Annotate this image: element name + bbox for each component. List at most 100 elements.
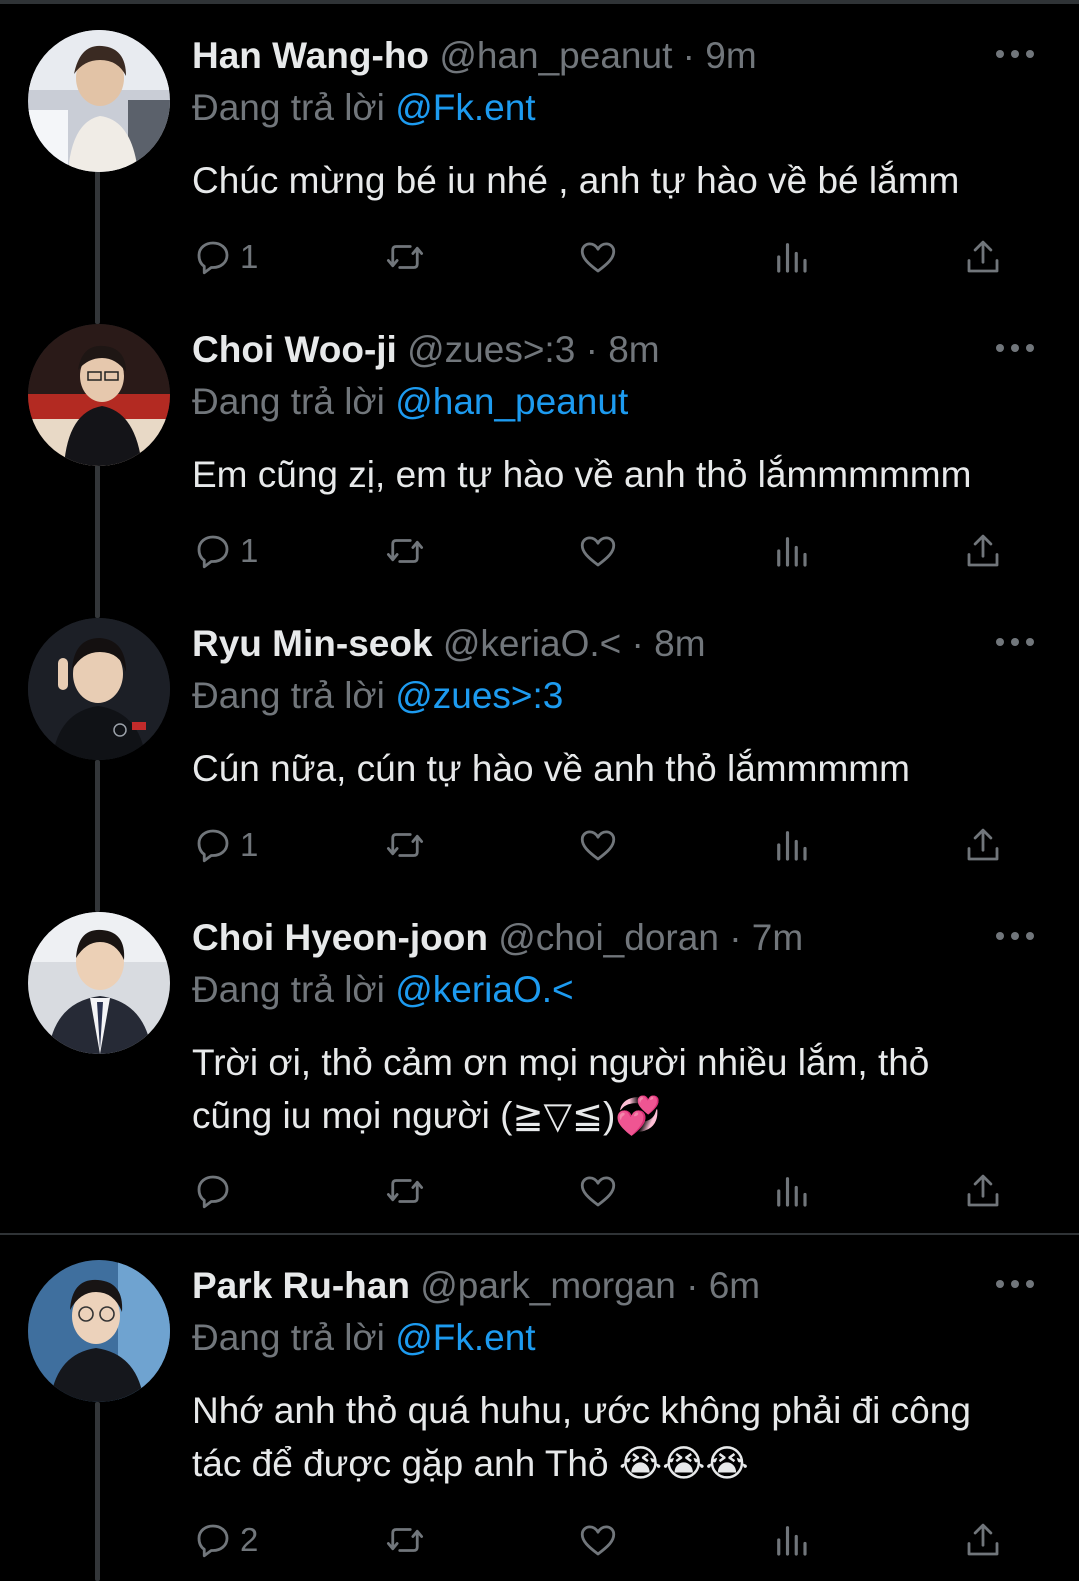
tweet[interactable]: Park Ru-han @park_morgan · 6m Đang trả l… (0, 1260, 1079, 1581)
more-icon[interactable] (990, 36, 1040, 72)
share-icon (967, 1174, 999, 1207)
retweet-button[interactable] (384, 526, 426, 576)
reply-count: 1 (240, 826, 259, 863)
tweet-text: Cún nữa, cún tự hào về anh thỏ lắmmmmm (192, 748, 910, 789)
timestamp[interactable]: 9m (705, 35, 756, 76)
views-icon (777, 537, 807, 567)
replying-to-label: Đang trả lời (192, 381, 385, 422)
replying-to: Đang trả lời @Fk.ent (192, 1316, 536, 1360)
tweet-header: Choi Woo-ji @zues>:3 · 8m (192, 328, 660, 372)
replying-to: Đang trả lời @zues>:3 (192, 674, 563, 718)
timestamp[interactable]: 6m (709, 1265, 760, 1306)
retweet-icon (386, 245, 424, 269)
replying-to-label: Đang trả lời (192, 87, 385, 128)
timestamp[interactable]: 7m (752, 917, 803, 958)
reply-button[interactable] (192, 1166, 240, 1216)
like-button[interactable] (577, 1166, 619, 1216)
replying-to-label: Đang trả lời (192, 675, 385, 716)
views-icon (777, 831, 807, 861)
views-button[interactable] (770, 1166, 812, 1216)
separator-dot: · (682, 35, 695, 76)
reply-count: 1 (240, 238, 259, 275)
tweet-header: Choi Hyeon-joon @choi_doran · 7m (192, 916, 803, 960)
reply-icon (197, 1175, 229, 1209)
more-icon[interactable] (990, 330, 1040, 366)
replying-to-label: Đang trả lời (192, 1317, 385, 1358)
avatar[interactable] (28, 912, 170, 1054)
separator-dot: · (686, 1265, 699, 1306)
tweet-actions (192, 1166, 1012, 1216)
like-icon (580, 1525, 616, 1556)
retweet-button[interactable] (384, 820, 426, 870)
replying-to: Đang trả lời @han_peanut (192, 380, 628, 424)
tweet[interactable]: Choi Woo-ji @zues>:3 · 8m Đang trả lời @… (0, 324, 1079, 574)
views-icon (777, 1526, 807, 1556)
like-icon (580, 830, 616, 861)
timestamp[interactable]: 8m (654, 623, 705, 664)
views-button[interactable] (770, 1515, 812, 1565)
share-button[interactable] (962, 820, 1004, 870)
more-icon[interactable] (990, 1266, 1040, 1302)
display-name[interactable]: Choi Hyeon-joon (192, 917, 488, 958)
reply-target-handle[interactable]: @han_peanut (395, 381, 628, 422)
like-icon (580, 242, 616, 273)
display-name[interactable]: Choi Woo-ji (192, 329, 397, 370)
separator-dot: · (631, 623, 644, 664)
share-button[interactable] (962, 526, 1004, 576)
views-icon (777, 1177, 807, 1207)
tweet-actions: 1 (192, 232, 1012, 282)
reply-icon (197, 829, 229, 863)
share-button[interactable] (962, 1166, 1004, 1216)
like-button[interactable] (577, 526, 619, 576)
retweet-button[interactable] (384, 1515, 426, 1565)
like-icon (580, 536, 616, 567)
share-button[interactable] (962, 232, 1004, 282)
views-button[interactable] (770, 232, 812, 282)
tweet-header: Park Ru-han @park_morgan · 6m (192, 1264, 760, 1308)
views-button[interactable] (770, 820, 812, 870)
retweet-button[interactable] (384, 232, 426, 282)
share-button[interactable] (962, 1515, 1004, 1565)
display-name[interactable]: Park Ru-han (192, 1265, 410, 1306)
timestamp[interactable]: 8m (608, 329, 659, 370)
replying-to: Đang trả lời @keriaO.< (192, 968, 574, 1012)
tweet-header: Han Wang-ho @han_peanut · 9m (192, 34, 757, 78)
user-handle[interactable]: @choi_doran (498, 917, 719, 958)
reply-target-handle[interactable]: @zues>:3 (395, 675, 563, 716)
more-icon[interactable] (990, 918, 1040, 954)
retweet-button[interactable] (384, 1166, 426, 1216)
reply-button[interactable]: 1 (192, 526, 258, 576)
tweet[interactable]: Choi Hyeon-joon @choi_doran · 7m Đang tr… (0, 912, 1079, 1212)
like-button[interactable] (577, 232, 619, 282)
reply-button[interactable]: 2 (192, 1515, 258, 1565)
tweet[interactable]: Han Wang-ho @han_peanut · 9m Đang trả lờ… (0, 30, 1079, 280)
avatar[interactable] (28, 1260, 170, 1402)
reply-target-handle[interactable]: @keriaO.< (395, 969, 573, 1010)
tweet-text: Chúc mừng bé iu nhé , anh tự hào về bé l… (192, 160, 960, 201)
more-icon[interactable] (990, 624, 1040, 660)
reply-target-handle[interactable]: @Fk.ent (395, 1317, 535, 1358)
views-button[interactable] (770, 526, 812, 576)
reply-button[interactable]: 1 (192, 820, 258, 870)
display-name[interactable]: Han Wang-ho (192, 35, 429, 76)
avatar[interactable] (28, 618, 170, 760)
like-button[interactable] (577, 1515, 619, 1565)
like-button[interactable] (577, 820, 619, 870)
user-handle[interactable]: @keriaO.< (443, 623, 621, 664)
separator-dot: · (729, 917, 742, 958)
reply-target-handle[interactable]: @Fk.ent (395, 87, 535, 128)
display-name[interactable]: Ryu Min-seok (192, 623, 433, 664)
share-icon (967, 1523, 999, 1556)
retweet-icon (386, 1179, 424, 1203)
avatar[interactable] (28, 30, 170, 172)
tweet[interactable]: Ryu Min-seok @keriaO.< · 8m Đang trả lời… (0, 618, 1079, 868)
user-handle[interactable]: @zues>:3 (407, 329, 575, 370)
user-handle[interactable]: @park_morgan (420, 1265, 676, 1306)
tweet-text: Em cũng zị, em tự hào về anh thỏ lắmmmmm… (192, 454, 972, 495)
separator-dot: · (585, 329, 598, 370)
avatar[interactable] (28, 324, 170, 466)
top-divider (0, 0, 1079, 4)
reply-icon (197, 241, 229, 275)
user-handle[interactable]: @han_peanut (439, 35, 672, 76)
reply-button[interactable]: 1 (192, 232, 258, 282)
